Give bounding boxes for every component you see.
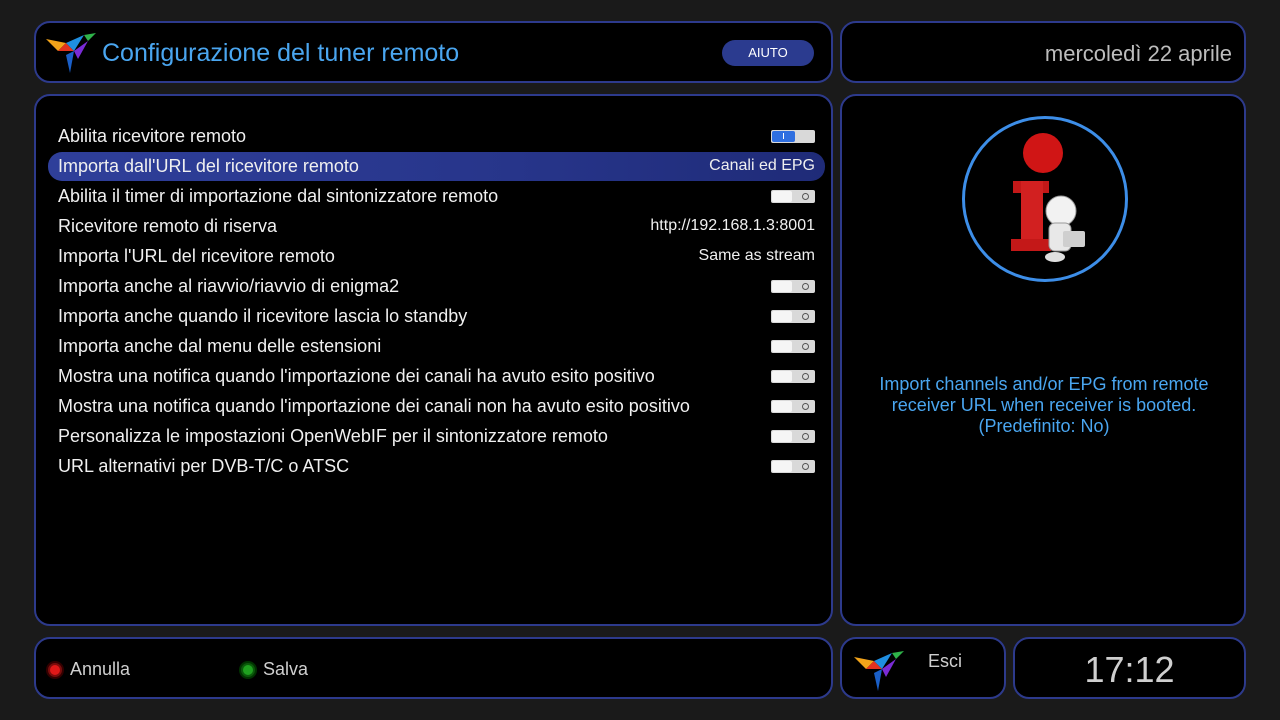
help-line-3: (Predefinito: No)	[978, 416, 1110, 436]
toggle-knob	[772, 371, 792, 382]
toggle-off-icon	[802, 193, 809, 200]
setting-row[interactable]: Importa l'URL del ricevitore remoto Same …	[48, 242, 825, 271]
setting-label: Ricevitore remoto di riserva	[58, 216, 278, 236]
toggle-off-icon	[802, 313, 809, 320]
setting-label: Importa anche dal menu delle estensioni	[58, 336, 382, 356]
info-person-icon	[962, 116, 1128, 282]
cancel-label: Annulla	[70, 659, 131, 679]
save-key[interactable]: Salva	[241, 659, 308, 680]
toggle-off-icon	[802, 403, 809, 410]
setting-toggle[interactable]	[771, 310, 815, 323]
toggle-on-icon	[783, 133, 784, 139]
toggle-knob	[772, 341, 792, 352]
setting-value: http://192.168.1.3:8001	[650, 217, 815, 234]
toggle-knob	[772, 281, 792, 292]
setting-row[interactable]: Mostra una notifica quando l'importazion…	[48, 392, 825, 421]
setting-toggle[interactable]	[771, 190, 815, 203]
setting-label: Mostra una notifica quando l'importazion…	[58, 366, 655, 386]
toggle-knob	[772, 311, 792, 322]
setting-row[interactable]: Ricevitore remoto di riserva http://192.1…	[48, 212, 825, 241]
help-button[interactable]: AIUTO	[722, 40, 814, 66]
bird-logo-icon	[46, 33, 96, 73]
setting-row[interactable]: Abilita ricevitore remoto	[48, 122, 825, 151]
setting-row[interactable]: Importa anche al riavvio/riavvio di enig…	[48, 272, 825, 301]
setting-toggle[interactable]	[771, 340, 815, 353]
exit-panel[interactable]: Esci	[840, 637, 1006, 699]
help-description: Import channels and/or EPG from remote r…	[852, 374, 1236, 437]
setting-label: Personalizza le impostazioni OpenWebIF p…	[58, 426, 608, 446]
toggle-knob	[772, 191, 792, 202]
clock: 17:12	[1084, 649, 1175, 690]
setting-label: Mostra una notifica quando l'importazion…	[58, 396, 690, 416]
help-line-2: receiver URL when receiver is booted.	[891, 395, 1197, 415]
setting-label: Abilita il timer di importazione dal sin…	[58, 186, 499, 206]
info-panel: Import channels and/or EPG from remote r…	[840, 94, 1246, 626]
toggle-off-icon	[802, 283, 809, 290]
setting-label: Abilita ricevitore remoto	[58, 126, 247, 146]
date-panel: mercoledì 22 aprile	[840, 21, 1246, 83]
setting-row[interactable]: Importa anche dal menu delle estensioni	[48, 332, 825, 361]
cancel-key[interactable]: Annulla	[48, 659, 130, 680]
setting-row[interactable]: Personalizza le impostazioni OpenWebIF p…	[48, 422, 825, 451]
page-title: Configurazione del tuner remoto	[102, 39, 460, 67]
toggle-knob	[772, 461, 792, 472]
setting-label: Importa anche al riavvio/riavvio di enig…	[58, 276, 400, 296]
settings-list: Abilita ricevitore remoto Importa dall'UR…	[34, 94, 833, 626]
setting-label: Importa dall'URL del ricevitore remoto	[58, 156, 359, 176]
exit-label: Esci	[928, 651, 963, 671]
setting-toggle[interactable]	[771, 370, 815, 383]
toggle-knob	[772, 431, 792, 442]
toggle-off-icon	[802, 373, 809, 380]
setting-toggle[interactable]	[771, 430, 815, 443]
setting-value: Same as stream	[698, 247, 815, 264]
setting-row[interactable]: Importa anche quando il ricevitore lasci…	[48, 302, 825, 331]
setting-toggle[interactable]	[771, 460, 815, 473]
setting-row[interactable]: Mostra una notifica quando l'importazion…	[48, 362, 825, 391]
green-button-icon	[241, 662, 255, 677]
setting-toggle[interactable]	[771, 280, 815, 293]
setting-label: URL alternativi per DVB-T/C o ATSC	[58, 456, 350, 476]
bird-logo-icon	[854, 651, 904, 691]
setting-row[interactable]: Abilita il timer di importazione dal sin…	[48, 182, 825, 211]
setting-row[interactable]: URL alternativi per DVB-T/C o ATSC	[48, 452, 825, 481]
save-label: Salva	[263, 659, 309, 679]
setting-value: Canali ed EPG	[709, 157, 815, 174]
setting-row[interactable]: Importa dall'URL del ricevitore remoto Ca…	[48, 152, 825, 181]
setting-toggle[interactable]	[771, 130, 815, 143]
toggle-off-icon	[802, 463, 809, 470]
toggle-knob	[772, 401, 792, 412]
setting-label: Importa anche quando il ricevitore lasci…	[58, 306, 468, 326]
toggle-off-icon	[802, 343, 809, 350]
red-button-icon	[48, 662, 62, 677]
header-panel: Configurazione del tuner remoto AIUTO	[34, 21, 833, 83]
date-label: mercoledì 22 aprile	[1044, 41, 1232, 66]
setting-label: Importa l'URL del ricevitore remoto	[58, 246, 335, 266]
clock-panel: 17:12	[1013, 637, 1246, 699]
toggle-off-icon	[802, 433, 809, 440]
help-line-1: Import channels and/or EPG from remote	[879, 374, 1209, 394]
setting-toggle[interactable]	[771, 400, 815, 413]
footer-panel: Annulla Salva	[34, 637, 833, 699]
